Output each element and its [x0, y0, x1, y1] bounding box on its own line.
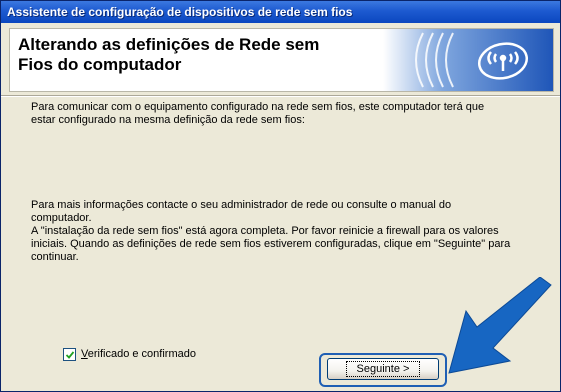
info-text: Para mais informações contacte o seu adm… — [31, 199, 511, 263]
window-title: Assistente de configuração de dispositiv… — [1, 1, 560, 23]
header-separator — [1, 95, 560, 97]
next-button-focus: Seguinte > — [345, 361, 421, 377]
next-button-label: Seguinte > — [356, 363, 410, 375]
checkmark-icon — [65, 350, 75, 359]
intro-text: Para comunicar com o equipamento configu… — [31, 101, 485, 126]
wizard-window: Assistente de configuração de dispositiv… — [0, 0, 561, 392]
confirm-checkbox[interactable] — [63, 347, 76, 361]
wireless-signal-icon — [383, 29, 553, 91]
header-panel: Alterando as definições de Rede sem Fios… — [9, 28, 554, 92]
confirm-checkbox-row[interactable]: Verificado e confirmado — [63, 347, 196, 361]
confirm-checkbox-label: Verificado e confirmado — [81, 348, 196, 360]
blue-arrow-icon — [448, 277, 552, 374]
page-title: Alterando as definições de Rede sem Fios… — [18, 35, 320, 74]
next-button[interactable]: Seguinte > — [327, 358, 439, 380]
